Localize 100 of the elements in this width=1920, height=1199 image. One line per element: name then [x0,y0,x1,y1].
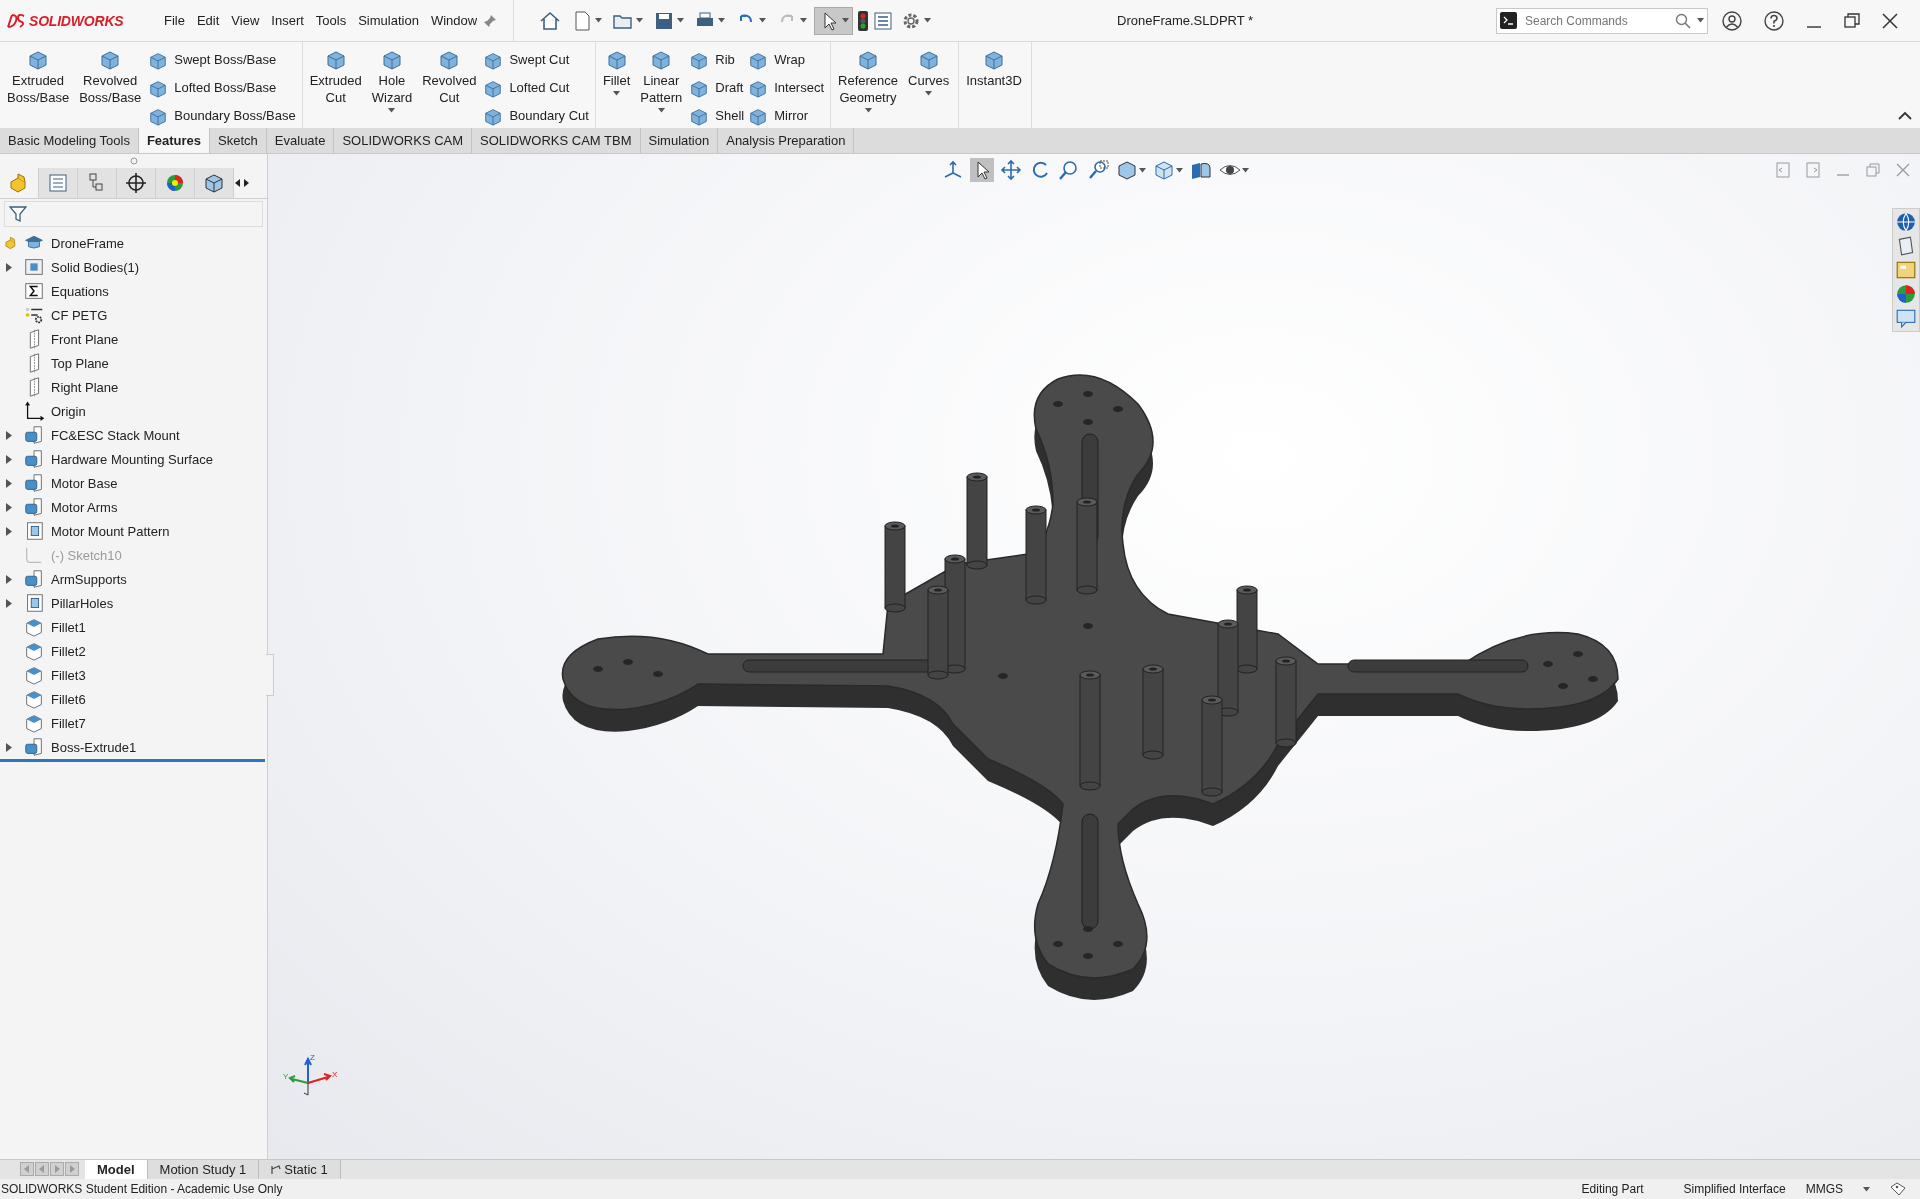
caret-icon[interactable] [800,18,808,23]
menu-item[interactable]: Window [424,13,484,28]
caret-icon[interactable] [925,91,933,96]
property-list-icon[interactable] [47,172,69,194]
crosshair-icon[interactable] [125,172,147,194]
expand-arrow-icon[interactable] [6,598,12,608]
tile-right-icon[interactable] [1806,162,1820,178]
expand-arrow-icon[interactable] [6,430,12,440]
feature-tree-item[interactable]: Right Plane [0,375,265,399]
ribbon-tool-button[interactable]: Linear Pattern [637,44,686,124]
menu-item[interactable]: View [225,13,266,28]
scroll-right-icon[interactable] [242,178,250,188]
feature-tree-item[interactable]: Hardware Mounting Surface [0,447,265,471]
ribbon-tool-button[interactable]: Draft [689,75,745,100]
caret-icon[interactable] [388,108,396,113]
menu-item[interactable]: Insert [265,13,310,28]
feature-tree-item[interactable]: Fillet1 [0,615,265,639]
caret-icon[interactable] [657,108,665,113]
ribbon-tool-button[interactable]: Curves [905,44,953,124]
feature-tree-item[interactable]: DroneFrame [0,231,265,255]
ribbon-tool-button[interactable]: Boundary Boss/Base [148,103,296,128]
feature-tree-item[interactable]: Fillet6 [0,687,265,711]
caret-icon[interactable] [1139,167,1146,173]
feature-tree-item[interactable]: ArmSupports [0,567,265,591]
menu-item[interactable]: File [158,13,191,28]
feature-tree-item[interactable]: PillarHoles [0,591,265,615]
filter-icon[interactable] [9,205,27,223]
globe-icon[interactable] [1895,211,1917,233]
ribbon-tool-button[interactable]: Mirror [748,103,825,128]
search-field[interactable]: Search Commands [1496,7,1708,34]
caret-icon[interactable] [1863,1186,1870,1192]
expand-arrow-icon[interactable] [6,262,12,272]
cube-icon[interactable] [1153,159,1175,181]
move-arrows-icon[interactable] [1000,159,1022,181]
caret-icon[interactable] [677,18,685,23]
units-selector[interactable]: MMGS [1805,1182,1843,1196]
ribbon-tool-button[interactable]: Hole Wizard [368,44,416,124]
model-tab[interactable]: Motion Study 1 [147,1160,260,1179]
caret-icon[interactable] [595,18,603,23]
feature-tree-item[interactable]: Motor Mount Pattern [0,519,265,543]
ribbon-tool-button[interactable]: Extruded Cut [306,44,365,124]
feature-tree-item[interactable]: Equations [0,279,265,303]
command-tab[interactable]: Features [138,128,211,153]
search-icon[interactable] [1675,12,1691,29]
feature-tree-item[interactable]: Boss-Extrude1 [0,735,265,759]
tile-left-icon[interactable] [1776,162,1790,178]
caret-icon[interactable] [1242,167,1249,173]
caret-icon[interactable] [613,91,621,96]
caret-icon[interactable] [842,18,850,23]
zoom-fit-icon[interactable] [1058,159,1080,181]
section-cube-icon[interactable] [1116,159,1138,181]
ribbon-tool-button[interactable]: Fillet [599,44,634,124]
view-normal-icon[interactable] [942,159,964,181]
ribbon-tool-button[interactable]: Wrap [748,47,825,72]
ribbon-tool-button[interactable]: Lofted Cut [483,75,589,100]
tag-icon[interactable] [1890,1182,1906,1196]
appearance-ball-icon[interactable] [164,172,186,194]
caret-icon[interactable] [759,18,767,23]
feature-tree-item[interactable]: CF PETG [0,303,265,327]
display-cube-icon[interactable] [203,172,225,194]
restore-icon[interactable] [1844,12,1860,29]
expand-arrow-icon[interactable] [6,502,12,512]
feature-tree-item[interactable]: Motor Arms [0,495,265,519]
feature-tree-item[interactable]: Solid Bodies(1) [0,255,265,279]
explorer-icon[interactable] [1895,259,1917,281]
model-tab[interactable]: Model [85,1160,148,1179]
ribbon-tool-button[interactable]: Extruded Boss/Base [4,44,73,124]
ribbon-tool-button[interactable]: Intersect [748,75,825,100]
feature-tree-item[interactable]: Front Plane [0,327,265,351]
pin-icon[interactable] [483,13,498,28]
feature-tree-item[interactable]: Fillet3 [0,663,265,687]
caret-icon[interactable] [1697,18,1704,23]
expand-arrow-icon[interactable] [6,526,12,536]
zoom-area-icon[interactable] [1087,159,1109,181]
feature-tree-item[interactable]: Origin [0,399,265,423]
account-icon[interactable] [1722,10,1742,31]
feature-tree-item[interactable]: Motor Base [0,471,265,495]
close-icon[interactable] [1882,12,1898,29]
feature-tree-item[interactable]: FC&ESC Stack Mount [0,423,265,447]
ribbon-tool-button[interactable]: Shell [689,103,745,128]
caret-icon[interactable] [1176,167,1183,173]
expand-arrow-icon[interactable] [6,478,12,488]
model-tab[interactable]: Static 1 [259,1160,341,1179]
expand-arrow-icon[interactable] [6,574,12,584]
expand-arrow-icon[interactable] [6,454,12,464]
feature-tree-item[interactable]: Fillet7 [0,711,265,735]
ribbon-tool-button[interactable]: Swept Boss/Base [148,47,296,72]
caret-icon[interactable] [924,18,932,23]
ribbon-tool-button[interactable]: Instant3D [963,44,1025,124]
grip-icon[interactable] [129,157,138,165]
appearance-ball-icon[interactable] [1895,283,1917,305]
menu-item[interactable]: Edit [190,13,226,28]
chevron-up-icon[interactable] [1898,111,1912,121]
chat-icon[interactable] [1895,307,1917,329]
menu-item[interactable]: Simulation [352,13,425,28]
caret-icon[interactable] [718,18,726,23]
ribbon-tool-button[interactable]: Revolved Boss/Base [76,44,145,124]
feature-tree-item[interactable]: Fillet2 [0,639,265,663]
expand-arrow-icon[interactable] [6,742,12,752]
help-icon[interactable] [1764,10,1784,31]
